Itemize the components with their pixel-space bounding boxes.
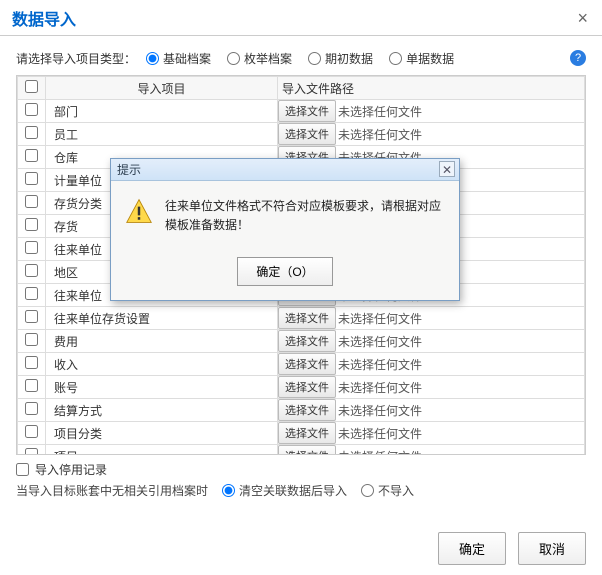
close-icon[interactable]: × xyxy=(571,6,594,31)
row-item-name: 结算方式 xyxy=(46,399,278,422)
radio-clear-and-import[interactable]: 清空关联数据后导入 xyxy=(222,482,347,499)
file-path-text: 未选择任何文件 xyxy=(338,356,422,373)
file-path-text: 未选择任何文件 xyxy=(338,379,422,396)
file-path-text: 未选择任何文件 xyxy=(338,103,422,120)
row-checkbox[interactable] xyxy=(25,264,38,277)
row-checkbox[interactable] xyxy=(25,448,38,455)
choose-file-button[interactable]: 选择文件 xyxy=(278,123,336,145)
warning-icon xyxy=(125,197,153,235)
row-checkbox[interactable] xyxy=(25,356,38,369)
table-row: 费用选择文件未选择任何文件 xyxy=(18,330,585,353)
alert-close-icon[interactable]: ✕ xyxy=(439,161,455,177)
row-item-name: 员工 xyxy=(46,123,278,146)
choose-file-button[interactable]: 选择文件 xyxy=(278,422,336,444)
row-checkbox[interactable] xyxy=(25,425,38,438)
row-item-name: 项目 xyxy=(46,445,278,456)
alert-title-bar: 提示 ✕ xyxy=(111,159,459,181)
row-checkbox[interactable] xyxy=(25,241,38,254)
choose-file-button[interactable]: 选择文件 xyxy=(278,445,336,455)
row-checkbox[interactable] xyxy=(25,103,38,116)
row-item-name: 部门 xyxy=(46,100,278,123)
choose-file-button[interactable]: 选择文件 xyxy=(278,353,336,375)
dialog-title: 数据导入 xyxy=(12,6,76,30)
choose-file-button[interactable]: 选择文件 xyxy=(278,100,336,122)
row-checkbox[interactable] xyxy=(25,333,38,346)
radio-enum-archive[interactable]: 枚举档案 xyxy=(227,50,292,67)
alert-message: 往来单位文件格式不符合对应模板要求，请根据对应模板准备数据！ xyxy=(165,197,445,235)
row-checkbox[interactable] xyxy=(25,195,38,208)
row-checkbox[interactable] xyxy=(25,218,38,231)
table-row: 员工选择文件未选择任何文件 xyxy=(18,123,585,146)
row-item-name: 往来单位存货设置 xyxy=(46,307,278,330)
row-checkbox[interactable] xyxy=(25,379,38,392)
alert-ok-button[interactable]: 确定（O） xyxy=(237,257,332,286)
file-path-text: 未选择任何文件 xyxy=(338,310,422,327)
relation-label: 当导入目标账套中无相关引用档案时 xyxy=(16,482,208,499)
relation-option-row: 当导入目标账套中无相关引用档案时 清空关联数据后导入 不导入 xyxy=(16,482,586,499)
table-row: 收入选择文件未选择任何文件 xyxy=(18,353,585,376)
col-header-path: 导入文件路径 xyxy=(278,77,585,100)
row-checkbox[interactable] xyxy=(25,310,38,323)
row-checkbox[interactable] xyxy=(25,402,38,415)
file-path-text: 未选择任何文件 xyxy=(338,425,422,442)
radio-initial-data[interactable]: 期初数据 xyxy=(308,50,373,67)
table-row: 往来单位存货设置选择文件未选择任何文件 xyxy=(18,307,585,330)
dialog-button-row: 确定 取消 xyxy=(438,532,586,565)
file-path-text: 未选择任何文件 xyxy=(338,333,422,350)
row-checkbox[interactable] xyxy=(25,126,38,139)
file-path-text: 未选择任何文件 xyxy=(338,448,422,456)
title-bar: 数据导入 × xyxy=(0,0,602,36)
row-item-name: 项目分类 xyxy=(46,422,278,445)
col-header-checkbox[interactable] xyxy=(18,77,46,100)
row-item-name: 费用 xyxy=(46,330,278,353)
table-row: 项目选择文件未选择任何文件 xyxy=(18,445,585,456)
ok-button[interactable]: 确定 xyxy=(438,532,506,565)
choose-file-button[interactable]: 选择文件 xyxy=(278,376,336,398)
table-row: 项目分类选择文件未选择任何文件 xyxy=(18,422,585,445)
alert-dialog: 提示 ✕ 往来单位文件格式不符合对应模板要求，请根据对应模板准备数据！ 确定（O… xyxy=(110,158,460,301)
help-icon[interactable]: ? xyxy=(570,50,586,66)
table-row: 结算方式选择文件未选择任何文件 xyxy=(18,399,585,422)
radio-no-import[interactable]: 不导入 xyxy=(361,482,414,499)
row-checkbox[interactable] xyxy=(25,172,38,185)
row-checkbox[interactable] xyxy=(25,149,38,162)
table-row: 账号选择文件未选择任何文件 xyxy=(18,376,585,399)
row-checkbox[interactable] xyxy=(25,287,38,300)
type-label: 请选择导入项目类型： xyxy=(16,50,136,67)
choose-file-button[interactable]: 选择文件 xyxy=(278,307,336,329)
row-item-name: 账号 xyxy=(46,376,278,399)
import-disabled-checkbox[interactable]: 导入停用记录 xyxy=(16,461,586,478)
cancel-button[interactable]: 取消 xyxy=(518,532,586,565)
row-item-name: 收入 xyxy=(46,353,278,376)
file-path-text: 未选择任何文件 xyxy=(338,402,422,419)
radio-basic-archive[interactable]: 基础档案 xyxy=(146,50,211,67)
file-path-text: 未选择任何文件 xyxy=(338,126,422,143)
radio-bill-data[interactable]: 单据数据 xyxy=(389,50,454,67)
choose-file-button[interactable]: 选择文件 xyxy=(278,330,336,352)
type-selection-row: 请选择导入项目类型： 基础档案 枚举档案 期初数据 单据数据 ? xyxy=(0,36,602,75)
choose-file-button[interactable]: 选择文件 xyxy=(278,399,336,421)
alert-title: 提示 xyxy=(117,161,141,178)
col-header-item: 导入项目 xyxy=(46,77,278,100)
table-row: 部门选择文件未选择任何文件 xyxy=(18,100,585,123)
